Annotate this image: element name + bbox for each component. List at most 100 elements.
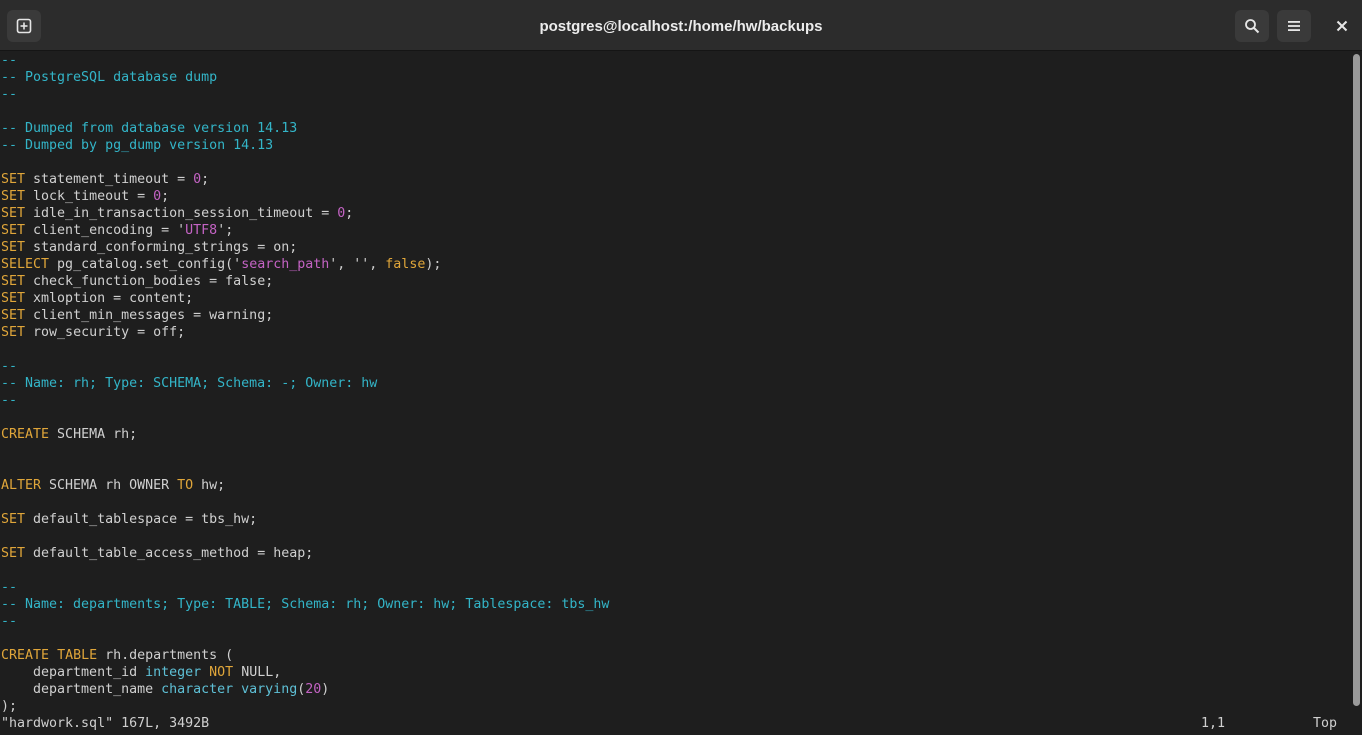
code-token: -- Dumped from database version 14.13 — [1, 121, 298, 136]
code-token: ; — [345, 206, 354, 221]
code-token: default_tablespace = tbs_hw; — [25, 512, 258, 527]
code-token: SCHEMA rh; — [49, 427, 138, 442]
code-line: ); — [1, 698, 17, 715]
code-token: lock_timeout = — [25, 189, 154, 204]
code-token: SET — [1, 206, 26, 221]
code-token: -- — [1, 614, 18, 629]
code-token: -- Name: departments; Type: TABLE; Schem… — [1, 597, 610, 612]
code-line: -- — [1, 579, 17, 596]
code-line: -- — [1, 613, 17, 630]
code-line: department_name character varying(20) — [1, 681, 329, 698]
code-token: SET — [1, 512, 26, 527]
code-token: CREATE — [1, 427, 50, 442]
scroll-position: Top — [1313, 716, 1338, 731]
code-line: SET statement_timeout = 0; — [1, 171, 209, 188]
code-token: SELECT — [1, 257, 50, 272]
code-token: ; — [161, 189, 170, 204]
code-token: -- — [1, 359, 18, 374]
code-token: ALTER — [1, 478, 42, 493]
code-line: CREATE TABLE rh.departments ( — [1, 647, 233, 664]
code-token: default_table_access_method = heap; — [25, 546, 314, 561]
code-token: 0 — [193, 172, 202, 187]
hamburger-menu-icon — [1288, 21, 1300, 31]
code-line: -- Dumped by pg_dump version 14.13 — [1, 137, 273, 154]
code-token: SET — [1, 546, 26, 561]
code-token: -- — [1, 580, 18, 595]
search-button[interactable] — [1235, 10, 1269, 42]
code-token: hw; — [193, 478, 226, 493]
close-icon — [1336, 20, 1348, 32]
code-token: SET — [1, 274, 26, 289]
code-token: NULL, — [233, 665, 282, 680]
code-token: client_encoding = — [25, 223, 178, 238]
code-token: false — [385, 257, 426, 272]
code-token: ', '', — [329, 257, 386, 272]
code-token: TO — [177, 478, 194, 493]
code-token: SET — [1, 172, 26, 187]
title-bar: postgres@localhost:/home/hw/backups — [0, 0, 1362, 51]
code-token: SET — [1, 291, 26, 306]
code-token: ; — [201, 172, 210, 187]
code-token: -- Name: rh; Type: SCHEMA; Schema: -; Ow… — [1, 376, 378, 391]
code-line: SET check_function_bodies = false; — [1, 273, 273, 290]
code-line: SET idle_in_transaction_session_timeout … — [1, 205, 353, 222]
code-line: SET client_min_messages = warning; — [1, 307, 273, 324]
code-token: SET — [1, 189, 26, 204]
code-token: row_security = off; — [25, 325, 186, 340]
code-line: CREATE SCHEMA rh; — [1, 426, 137, 443]
code-line: SET client_encoding = 'UTF8'; — [1, 222, 233, 239]
code-token: 0 — [153, 189, 162, 204]
code-line: -- Dumped from database version 14.13 — [1, 120, 297, 137]
code-token: search_path — [241, 257, 330, 272]
close-button[interactable] — [1325, 10, 1359, 42]
code-token: client_min_messages = warning; — [25, 308, 274, 323]
code-token: '; — [217, 223, 234, 238]
code-token: -- PostgreSQL database dump — [1, 70, 218, 85]
window-title: postgres@localhost:/home/hw/backups — [539, 18, 823, 35]
code-line: -- PostgreSQL database dump — [1, 69, 217, 86]
code-token: -- — [1, 87, 18, 102]
code-line: department_id integer NOT NULL, — [1, 664, 281, 681]
code-line: -- — [1, 392, 17, 409]
code-token: pg_catalog.set_config( — [49, 257, 234, 272]
code-token: ) — [321, 682, 330, 697]
code-line: -- Name: departments; Type: TABLE; Schem… — [1, 596, 609, 613]
code-line: SET default_tablespace = tbs_hw; — [1, 511, 257, 528]
code-line: SET lock_timeout = 0; — [1, 188, 169, 205]
scrollbar[interactable] — [1353, 54, 1360, 706]
cursor-position: 1,1 — [1201, 716, 1226, 731]
search-icon — [1245, 19, 1260, 34]
code-token: department_id — [1, 665, 146, 680]
code-token: ' — [233, 257, 242, 272]
code-token: -- Dumped by pg_dump version 14.13 — [1, 138, 274, 153]
code-line: SELECT pg_catalog.set_config('search_pat… — [1, 256, 441, 273]
code-line: -- — [1, 358, 17, 375]
code-token: department_name — [1, 682, 162, 697]
code-token: ); — [425, 257, 442, 272]
code-token: UTF8 — [185, 223, 218, 238]
code-line: SET xmloption = content; — [1, 290, 193, 307]
code-line: SET default_table_access_method = heap; — [1, 545, 313, 562]
terminal-window: postgres@localhost:/home/hw/backups -- --… — [0, 0, 1362, 735]
vim-status-line: "hardwork.sql" 167L, 3492B 1,1 Top — [0, 715, 1350, 733]
code-line: ALTER SCHEMA rh OWNER TO hw; — [1, 477, 225, 494]
code-token: NOT — [209, 665, 234, 680]
code-token: xmloption = content; — [25, 291, 194, 306]
code-token: idle_in_transaction_session_timeout = — [25, 206, 338, 221]
menu-button[interactable] — [1277, 10, 1311, 42]
file-info: "hardwork.sql" 167L, 3492B — [1, 716, 210, 731]
code-token: check_function_bodies = false; — [25, 274, 274, 289]
terminal-text-area[interactable]: -- -- PostgreSQL database dump -- -- Dumped… — [0, 51, 1350, 735]
code-token: SET — [1, 308, 26, 323]
code-token: character varying — [161, 682, 298, 697]
code-token: SCHEMA rh OWNER — [41, 478, 178, 493]
code-line: SET row_security = off; — [1, 324, 185, 341]
code-token: 20 — [305, 682, 322, 697]
code-line: -- Name: rh; Type: SCHEMA; Schema: -; Ow… — [1, 375, 377, 392]
code-token: -- — [1, 53, 18, 68]
code-token: SET — [1, 223, 26, 238]
code-line: SET standard_conforming_strings = on; — [1, 239, 297, 256]
code-line: -- — [1, 52, 17, 69]
